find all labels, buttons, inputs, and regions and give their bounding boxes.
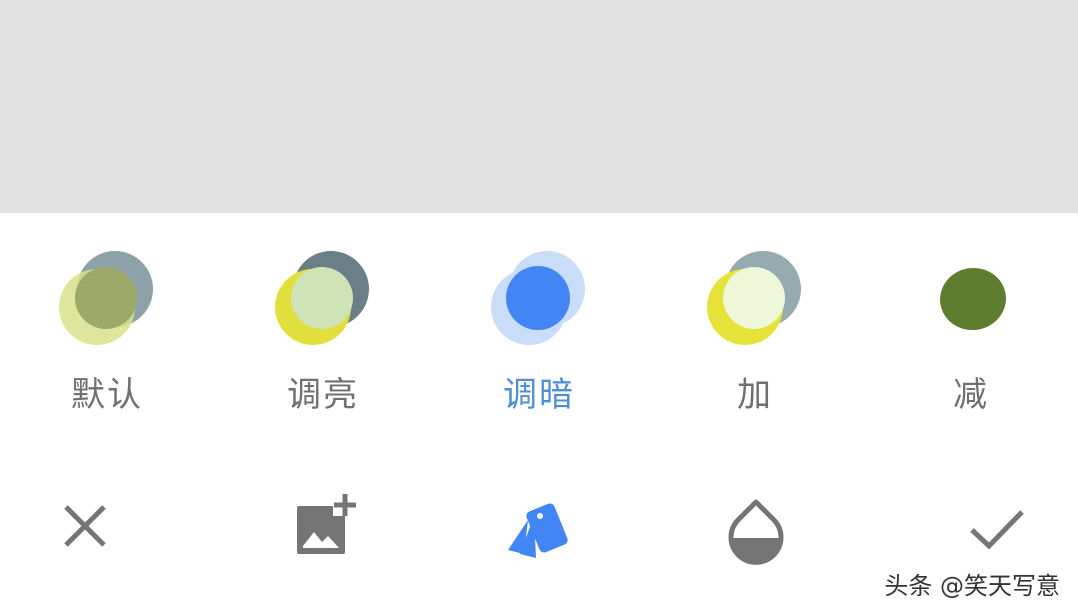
image-editor-screen: 默认 调亮 调暗 加 减 头条 @笑天写意 <box>0 0 1078 615</box>
confirm-button[interactable] <box>958 488 1038 568</box>
blend-label-subtract: 减 <box>953 375 989 415</box>
blend-label-add: 加 <box>737 375 773 415</box>
blend-label-darken: 调暗 <box>503 375 575 415</box>
image-preview-area <box>0 0 1078 213</box>
blend-label-default: 默认 <box>71 375 143 415</box>
blend-option-lighten[interactable]: 调亮 <box>243 243 403 443</box>
blend-option-default[interactable]: 默认 <box>27 243 187 443</box>
close-icon <box>64 505 106 547</box>
close-button[interactable] <box>44 488 124 568</box>
opacity-icon <box>728 499 784 565</box>
bottom-toolbar <box>0 470 1078 580</box>
blend-add-thumbnail <box>707 251 801 345</box>
blend-mode-selector: 默认 调亮 调暗 加 减 <box>0 213 1078 443</box>
add-image-icon <box>297 494 356 554</box>
blend-default-thumbnail <box>59 251 153 345</box>
blend-option-subtract[interactable]: 减 <box>891 243 1051 443</box>
blend-subtract-thumbnail <box>940 267 1006 331</box>
blend-mode-button[interactable] <box>500 488 580 568</box>
blend-option-darken[interactable]: 调暗 <box>459 243 619 443</box>
confirm-icon <box>970 510 1024 550</box>
blend-label-lighten: 调亮 <box>287 375 359 415</box>
blend-mode-icon <box>508 503 568 558</box>
opacity-button[interactable] <box>716 488 796 568</box>
blend-option-add[interactable]: 加 <box>675 243 835 443</box>
add-image-button[interactable] <box>287 488 367 568</box>
watermark: 头条 @笑天写意 <box>884 572 1060 600</box>
blend-lighten-thumbnail <box>275 251 369 345</box>
blend-darken-thumbnail <box>491 251 585 345</box>
